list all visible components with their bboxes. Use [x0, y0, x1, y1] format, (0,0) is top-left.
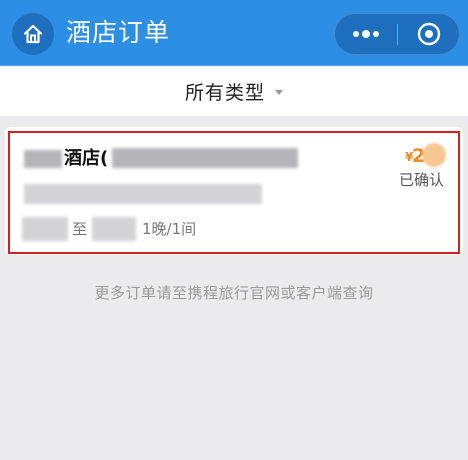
close-button[interactable]	[398, 14, 460, 54]
redacted-hotel-name	[112, 148, 298, 168]
page-title: 酒店订单	[66, 18, 171, 47]
miniprogram-capsule	[334, 13, 460, 55]
redacted-checkout-date	[92, 217, 136, 241]
more-button[interactable]	[335, 14, 397, 54]
type-filter-dropdown[interactable]: 所有类型	[0, 67, 468, 116]
redacted-checkin-date	[22, 217, 68, 241]
more-dots-icon	[353, 30, 379, 38]
filter-selected-label: 所有类型	[184, 82, 265, 104]
nights-rooms: 1晚/1间	[142, 220, 197, 238]
home-button[interactable]	[12, 13, 54, 55]
redacted-price	[422, 143, 446, 167]
redacted-hotel-prefix	[24, 150, 62, 168]
date-separator: 至	[72, 220, 88, 238]
redacted-address	[24, 184, 262, 204]
hotel-name: 酒店(	[64, 148, 109, 169]
target-close-icon	[417, 22, 441, 46]
more-orders-note: 更多订单请至携程旅行官网或客户端查询	[94, 284, 374, 302]
chevron-down-icon	[275, 90, 283, 95]
nav-header: 酒店订单	[0, 0, 468, 66]
order-status: 已确认	[399, 171, 445, 189]
home-icon	[23, 24, 43, 44]
